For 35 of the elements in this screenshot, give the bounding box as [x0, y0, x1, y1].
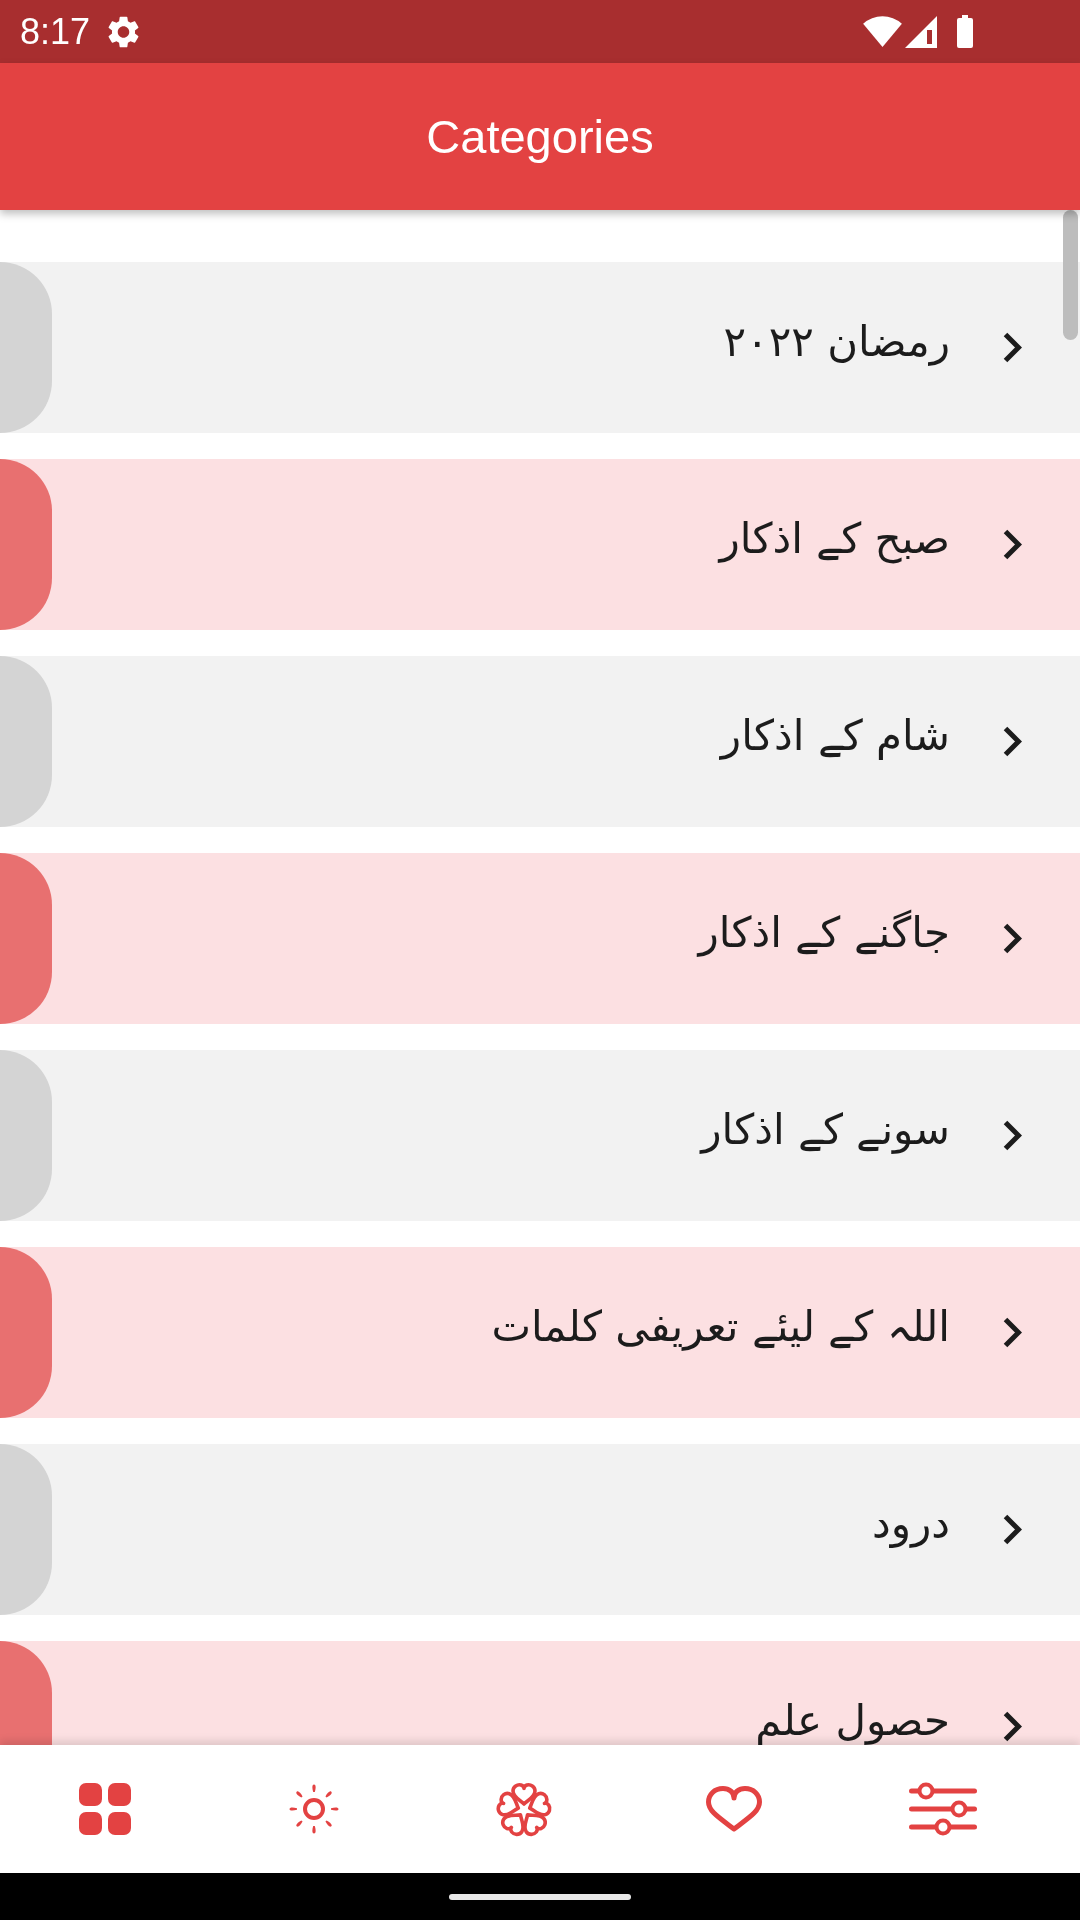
- category-label: جاگنے کے اذکار: [698, 909, 950, 958]
- category-item[interactable]: جاگنے کے اذکار: [0, 853, 1080, 1024]
- category-item[interactable]: اللہ کے لیئے تعریفی کلمات: [0, 1247, 1080, 1418]
- category-item[interactable]: سونے کے اذکار: [0, 1050, 1080, 1221]
- category-label: حصول علم: [755, 1697, 950, 1745]
- category-item[interactable]: رمضان ۲۰۲۲: [0, 262, 1080, 433]
- app-title: Categories: [426, 110, 654, 163]
- wifi-icon: [863, 16, 902, 47]
- clock-time: 8:17: [20, 13, 91, 50]
- category-item[interactable]: صبح کے اذکار: [0, 459, 1080, 630]
- chevron-right-icon: [1002, 331, 1022, 364]
- chevron-right-icon: [1002, 1710, 1022, 1743]
- category-item[interactable]: حصول علم: [0, 1641, 1080, 1745]
- category-label: صبح کے اذکار: [719, 515, 950, 564]
- signal-icon: [905, 15, 937, 48]
- grid-icon[interactable]: [78, 1783, 131, 1835]
- category-label: سونے کے اذکار: [701, 1106, 950, 1155]
- category-label: اللہ کے لیئے تعریفی کلمات: [491, 1303, 950, 1352]
- category-item[interactable]: شام کے اذکار: [0, 656, 1080, 827]
- settings-icon: [108, 15, 140, 48]
- chevron-right-icon: [1002, 922, 1022, 955]
- chevron-right-icon: [1002, 1513, 1022, 1546]
- battery-icon: [955, 15, 975, 48]
- chevron-right-icon: [1002, 1119, 1022, 1152]
- sliders-icon[interactable]: [909, 1782, 978, 1836]
- category-label: رمضان ۲۰۲۲: [723, 318, 950, 367]
- category-label: درود: [872, 1500, 950, 1549]
- category-item[interactable]: درود: [0, 1444, 1080, 1615]
- home-indicator[interactable]: [449, 1893, 631, 1900]
- chevron-right-icon: [1002, 725, 1022, 758]
- chevron-right-icon: [1002, 1316, 1022, 1349]
- chevron-right-icon: [1002, 528, 1022, 561]
- category-label: شام کے اذکار: [720, 712, 950, 761]
- flower-icon[interactable]: [494, 1780, 554, 1838]
- heart-icon[interactable]: [705, 1786, 762, 1832]
